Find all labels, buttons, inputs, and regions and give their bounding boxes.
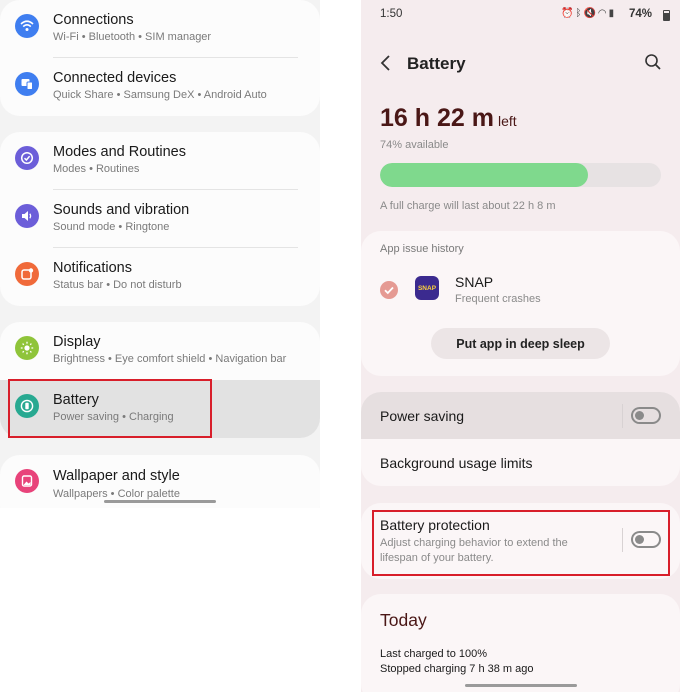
- settings-item-sounds-vibration[interactable]: Sounds and vibration Sound mode • Ringto…: [0, 190, 320, 248]
- battery-protection-toggle[interactable]: [631, 531, 661, 548]
- power-saving-toggle[interactable]: [631, 407, 661, 424]
- speaker-icon: [15, 204, 39, 228]
- battery-available: 74% available: [380, 139, 449, 151]
- status-time: 1:50: [380, 8, 403, 20]
- app-issue-heading: App issue history: [380, 243, 464, 255]
- battery-protection-desc-line1: Adjust charging behavior to extend the: [380, 537, 568, 549]
- power-settings-card: Power saving Background usage limits: [361, 392, 680, 486]
- settings-item-subtitle: Modes • Routines: [53, 163, 140, 175]
- time-left-value: 16 h 22 m: [380, 104, 494, 132]
- app-name: SNAP: [455, 274, 494, 290]
- wifi-icon: [15, 14, 39, 38]
- settings-item-title: Display: [53, 334, 101, 350]
- sun-icon: [15, 336, 39, 360]
- settings-item-subtitle: Status bar • Do not disturb: [53, 279, 182, 291]
- background-limits-label: Background usage limits: [380, 455, 533, 471]
- checkmark-icon: [384, 286, 394, 295]
- separator: [622, 404, 623, 428]
- settings-item-subtitle: Wi-Fi • Bluetooth • SIM manager: [53, 31, 212, 43]
- settings-item-notifications[interactable]: Notifications Status bar • Do not distur…: [0, 248, 320, 306]
- settings-item-subtitle: Quick Share • Samsung DeX • Android Auto: [53, 89, 267, 101]
- settings-group-display: Display Brightness • Eye comfort shield …: [0, 322, 320, 438]
- settings-item-connected-devices[interactable]: Connected devices Quick Share • Samsung …: [0, 58, 320, 116]
- settings-item-connections[interactable]: Connections Wi-Fi • Bluetooth • SIM mana…: [0, 0, 320, 58]
- time-left-suffix: left: [497, 113, 517, 129]
- settings-item-display[interactable]: Display Brightness • Eye comfort shield …: [0, 322, 320, 380]
- battery-level-bar: [380, 163, 661, 187]
- today-card: Today Last charged to 100% Stopped charg…: [361, 594, 680, 692]
- toggle-knob: [635, 535, 644, 544]
- settings-item-subtitle: Wallpapers • Color palette: [53, 488, 180, 500]
- battery-protection-row[interactable]: Battery protection Adjust charging behav…: [361, 503, 680, 579]
- settings-item-title: Wallpaper and style: [53, 468, 180, 484]
- settings-item-title: Modes and Routines: [53, 144, 186, 160]
- settings-item-modes-routines[interactable]: Modes and Routines Modes • Routines: [0, 132, 320, 190]
- full-charge-estimate: A full charge will last about 22 h 8 m: [380, 200, 556, 212]
- navigation-handle[interactable]: [104, 500, 216, 503]
- today-heading: Today: [380, 610, 427, 630]
- settings-item-title: Sounds and vibration: [53, 202, 190, 218]
- settings-item-battery[interactable]: Battery Power saving • Charging: [0, 380, 320, 438]
- snap-app-icon: SNAP: [415, 276, 439, 300]
- battery-protection-title: Battery protection: [380, 517, 490, 533]
- settings-item-title: Battery: [53, 392, 99, 408]
- toggle-knob: [635, 411, 644, 420]
- settings-item-subtitle: Power saving • Charging: [53, 411, 174, 423]
- battery-protection-desc: Adjust charging behavior to extend the l…: [380, 536, 568, 566]
- navigation-handle[interactable]: [465, 684, 577, 687]
- app-issue-card: App issue history SNAP SNAP Frequent cra…: [361, 231, 680, 376]
- app-status: Frequent crashes: [455, 293, 541, 305]
- battery-panel: 1:50 ⏰ᛒ🔇◠▮ 74% Battery 16 h 22 m left 74%…: [361, 0, 680, 692]
- stopped-charging: Stopped charging 7 h 38 m ago: [380, 663, 534, 675]
- last-charged: Last charged to 100%: [380, 648, 488, 660]
- search-icon: [645, 54, 661, 70]
- separator: [622, 528, 623, 552]
- settings-group-connectivity: Connections Wi-Fi • Bluetooth • SIM mana…: [0, 0, 320, 116]
- status-battery-icon: [663, 10, 670, 21]
- back-arrow-icon: [380, 55, 390, 71]
- power-saving-label: Power saving: [380, 408, 465, 424]
- settings-item-subtitle: Brightness • Eye comfort shield • Naviga…: [53, 353, 287, 365]
- page-title: Battery: [407, 54, 466, 73]
- search-button[interactable]: [644, 53, 662, 71]
- battery-icon: [15, 394, 39, 418]
- check-circle-icon: [15, 146, 39, 170]
- battery-protection-desc-line2: lifespan of your battery.: [380, 552, 494, 564]
- status-icons: ⏰ᛒ🔇◠▮: [561, 8, 616, 19]
- signal-icon: ▮: [608, 8, 617, 19]
- settings-item-title: Notifications: [53, 260, 132, 276]
- wallpaper-icon: [15, 469, 39, 493]
- back-button[interactable]: [378, 54, 394, 72]
- settings-item-title: Connected devices: [53, 70, 177, 86]
- time-left: 16 h 22 m left: [380, 104, 517, 133]
- settings-panel: Connections Wi-Fi • Bluetooth • SIM mana…: [0, 0, 320, 508]
- battery-protection-card: Battery protection Adjust charging behav…: [361, 503, 680, 579]
- deep-sleep-button[interactable]: Put app in deep sleep: [431, 328, 610, 359]
- settings-item-subtitle: Sound mode • Ringtone: [53, 221, 170, 233]
- wifi-status-icon: ◠: [597, 8, 609, 19]
- status-battery-percent: 74%: [629, 8, 653, 20]
- battery-level-fill: [380, 163, 588, 187]
- notification-icon: [15, 262, 39, 286]
- settings-group-modes: Modes and Routines Modes • Routines Soun…: [0, 132, 320, 306]
- app-checkbox[interactable]: [380, 281, 398, 299]
- power-saving-row[interactable]: Power saving: [361, 392, 680, 439]
- alarm-icon: ⏰: [561, 8, 576, 19]
- settings-item-title: Connections: [53, 12, 134, 28]
- background-limits-row[interactable]: Background usage limits: [361, 439, 680, 486]
- mute-icon: 🔇: [583, 8, 598, 19]
- connected-devices-icon: [15, 72, 39, 96]
